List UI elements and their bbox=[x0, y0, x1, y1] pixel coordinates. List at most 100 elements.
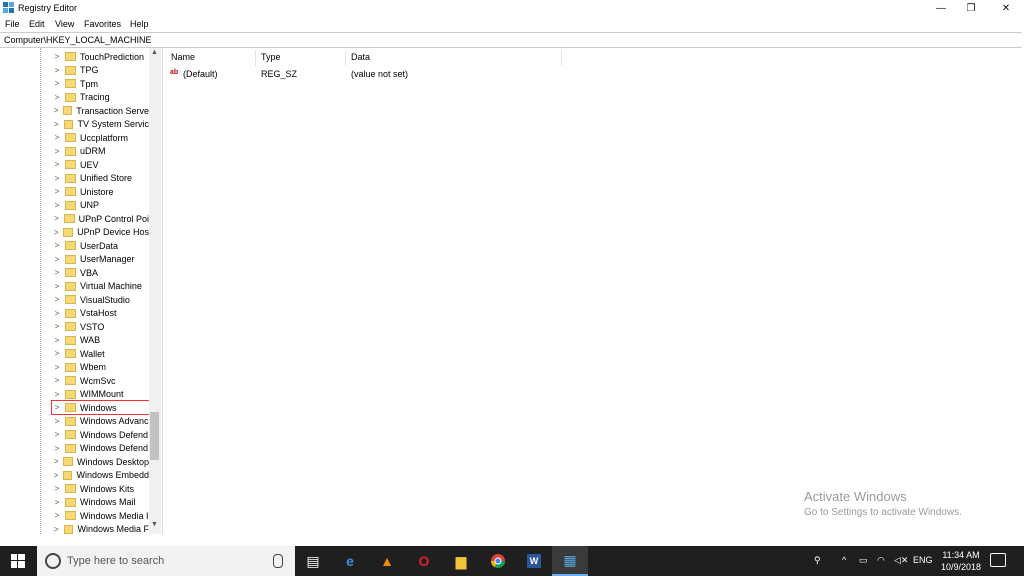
tree-item[interactable]: > UNP bbox=[52, 199, 149, 212]
show-hidden-icons-chevron-icon[interactable]: ^ bbox=[842, 555, 846, 565]
menu-edit[interactable]: Edit bbox=[29, 19, 45, 29]
column-data[interactable]: Data bbox=[351, 52, 370, 62]
address-bar[interactable]: Computer\HKEY_LOCAL_MACHINE bbox=[0, 32, 1022, 48]
expand-chevron-icon[interactable]: > bbox=[52, 255, 62, 264]
menu-favorites[interactable]: Favorites bbox=[84, 19, 121, 29]
tree-item[interactable]: > Transaction Serve bbox=[52, 104, 149, 117]
expand-chevron-icon[interactable]: > bbox=[52, 282, 62, 291]
tree-item[interactable]: > Windows Desktop bbox=[52, 455, 149, 468]
tree-item[interactable]: > VSTO bbox=[52, 320, 149, 333]
tree-item[interactable]: > Windows Media I bbox=[52, 509, 149, 522]
tree-item[interactable]: > VBA bbox=[52, 266, 149, 279]
battery-icon[interactable]: ▭ bbox=[859, 555, 868, 566]
tree-item[interactable]: > WcmSvc bbox=[52, 374, 149, 387]
tree-item[interactable]: > Windows Mail bbox=[52, 496, 149, 509]
expand-chevron-icon[interactable]: > bbox=[52, 349, 62, 358]
tree-item[interactable]: > VisualStudio bbox=[52, 293, 149, 306]
column-divider[interactable] bbox=[345, 50, 346, 66]
tree-item[interactable]: > UserData bbox=[52, 239, 149, 252]
menu-view[interactable]: View bbox=[55, 19, 74, 29]
column-divider[interactable] bbox=[561, 50, 562, 66]
file-explorer-icon[interactable]: ▆ bbox=[443, 546, 479, 576]
expand-chevron-icon[interactable]: > bbox=[52, 471, 60, 480]
expand-chevron-icon[interactable]: > bbox=[52, 457, 60, 466]
expand-chevron-icon[interactable]: > bbox=[52, 174, 62, 183]
expand-chevron-icon[interactable]: > bbox=[52, 66, 62, 75]
task-view-icon[interactable]: ▤ bbox=[295, 546, 331, 576]
expand-chevron-icon[interactable]: > bbox=[52, 93, 62, 102]
opera-icon[interactable]: O bbox=[406, 546, 442, 576]
tree-item[interactable]: > uDRM bbox=[52, 145, 149, 158]
tree-item[interactable]: > TV System Servic bbox=[52, 118, 149, 131]
scroll-up-icon[interactable]: ▲ bbox=[151, 49, 158, 56]
tree-item[interactable]: > Wbem bbox=[52, 361, 149, 374]
microphone-icon[interactable] bbox=[273, 554, 283, 568]
tree-item[interactable]: > WAB bbox=[52, 334, 149, 347]
tree-item[interactable]: > Wallet bbox=[52, 347, 149, 360]
tree-item[interactable]: > UPnP Device Hos bbox=[52, 226, 149, 239]
expand-chevron-icon[interactable]: > bbox=[52, 363, 62, 372]
volume-muted-icon[interactable]: ◁✕ bbox=[894, 555, 908, 566]
tree-item[interactable]: > WIMMount bbox=[52, 388, 149, 401]
expand-chevron-icon[interactable]: > bbox=[52, 106, 60, 115]
menu-help[interactable]: Help bbox=[130, 19, 149, 29]
expand-chevron-icon[interactable]: > bbox=[52, 241, 62, 250]
vlc-icon[interactable]: ▲ bbox=[369, 546, 405, 576]
tree-item[interactable]: > Windows Defend bbox=[52, 442, 149, 455]
tree-item[interactable]: > Uccplatform bbox=[52, 131, 149, 144]
expand-chevron-icon[interactable]: > bbox=[52, 295, 62, 304]
tree-item[interactable]: > Windows Media F bbox=[52, 523, 149, 534]
expand-chevron-icon[interactable]: > bbox=[52, 309, 62, 318]
key-tree[interactable]: > TouchPrediction > TPG > Tpm > Tracing > Transac… bbox=[0, 48, 163, 534]
expand-chevron-icon[interactable]: > bbox=[52, 484, 62, 493]
chrome-icon[interactable] bbox=[480, 546, 516, 576]
tree-item[interactable]: > UserManager bbox=[52, 253, 149, 266]
word-icon[interactable]: W bbox=[516, 546, 552, 576]
tree-item[interactable]: > Windows Advanc bbox=[52, 415, 149, 428]
scroll-down-icon[interactable]: ▼ bbox=[151, 521, 158, 528]
expand-chevron-icon[interactable]: > bbox=[52, 201, 62, 210]
expand-chevron-icon[interactable]: > bbox=[52, 403, 62, 412]
tree-item[interactable]: > Windows Kits bbox=[52, 482, 149, 495]
restore-button[interactable]: ❐ bbox=[955, 0, 987, 16]
people-icon[interactable]: ⚲ bbox=[814, 555, 821, 566]
language-indicator[interactable]: ENG bbox=[913, 555, 933, 565]
column-type[interactable]: Type bbox=[261, 52, 281, 62]
action-center-icon[interactable] bbox=[990, 553, 1006, 567]
expand-chevron-icon[interactable]: > bbox=[52, 147, 62, 156]
expand-chevron-icon[interactable]: > bbox=[52, 417, 62, 426]
values-list[interactable]: Name Type Data ab (Default) REG_SZ (valu… bbox=[164, 48, 1024, 534]
column-divider[interactable] bbox=[255, 50, 256, 66]
tree-item[interactable]: > UEV bbox=[52, 158, 149, 171]
edge-icon[interactable]: e bbox=[332, 546, 368, 576]
minimize-button[interactable]: — bbox=[925, 0, 957, 16]
expand-chevron-icon[interactable]: > bbox=[52, 133, 62, 142]
expand-chevron-icon[interactable]: > bbox=[52, 160, 62, 169]
expand-chevron-icon[interactable]: > bbox=[52, 444, 62, 453]
wifi-icon[interactable]: ◠ bbox=[877, 555, 885, 566]
tree-item[interactable]: > Windows Embedd bbox=[52, 469, 149, 482]
tree-item[interactable]: > TouchPrediction bbox=[52, 50, 149, 63]
expand-chevron-icon[interactable]: > bbox=[52, 322, 62, 331]
tree-item[interactable]: > Tracing bbox=[52, 91, 149, 104]
start-button[interactable] bbox=[0, 546, 36, 576]
tree-item[interactable]: > Tpm bbox=[52, 77, 149, 90]
tree-item[interactable]: > UPnP Control Poi bbox=[52, 212, 149, 225]
expand-chevron-icon[interactable]: > bbox=[52, 511, 62, 520]
expand-chevron-icon[interactable]: > bbox=[52, 430, 62, 439]
expand-chevron-icon[interactable]: > bbox=[52, 79, 62, 88]
taskbar-search[interactable]: Type here to search bbox=[37, 546, 295, 576]
expand-chevron-icon[interactable]: > bbox=[52, 376, 62, 385]
expand-chevron-icon[interactable]: > bbox=[52, 268, 62, 277]
tree-item[interactable]: > VstaHost bbox=[52, 307, 149, 320]
value-name[interactable]: (Default) bbox=[183, 69, 218, 79]
column-name[interactable]: Name bbox=[171, 52, 195, 62]
expand-chevron-icon[interactable]: > bbox=[52, 120, 61, 129]
tree-scrollbar[interactable]: ▲ ▼ bbox=[149, 48, 161, 534]
close-button[interactable]: ✕ bbox=[990, 0, 1022, 16]
expand-chevron-icon[interactable]: > bbox=[52, 214, 61, 223]
clock[interactable]: 11:34 AM 10/9/2018 bbox=[938, 549, 984, 573]
regedit-taskbar-icon[interactable]: ▦ bbox=[552, 546, 588, 576]
tree-item[interactable]: > Unified Store bbox=[52, 172, 149, 185]
tree-item[interactable]: > Virtual Machine bbox=[52, 280, 149, 293]
